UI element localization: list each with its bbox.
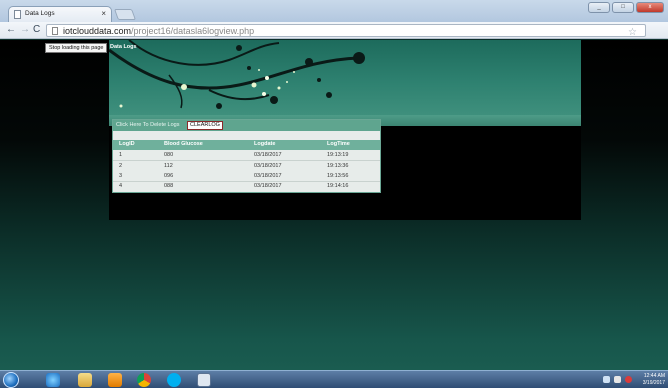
system-clock[interactable]: 12:44 AM 3/19/2017 bbox=[643, 373, 665, 387]
minimize-button[interactable]: _ bbox=[588, 2, 610, 13]
cell-logtime: 19:14:16 bbox=[327, 183, 349, 189]
clock-date: 3/19/2017 bbox=[642, 380, 665, 386]
tray-antivirus-icon[interactable] bbox=[625, 376, 632, 383]
logs-panel: Click Here To Delete Logs CLEARLOG LogID… bbox=[112, 119, 381, 172]
cell-logdate: 03/18/2017 bbox=[254, 163, 282, 169]
start-orb-icon[interactable] bbox=[3, 372, 19, 388]
cell-logid: 4 bbox=[119, 183, 123, 189]
new-tab-button[interactable] bbox=[113, 9, 137, 20]
tab-title: Data Logs bbox=[25, 10, 55, 17]
tab-data-logs[interactable]: Data Logs × bbox=[8, 6, 112, 22]
clock-time: 12:44 AM bbox=[643, 373, 665, 379]
maximize-button[interactable]: □ bbox=[612, 2, 634, 13]
close-window-button[interactable]: x bbox=[636, 2, 664, 13]
page-icon bbox=[14, 10, 21, 19]
column-header-logdate: Logdate bbox=[254, 141, 276, 147]
chrome-icon[interactable] bbox=[137, 373, 151, 387]
skype-icon[interactable] bbox=[167, 373, 181, 387]
cell-blood-glucose: 080 bbox=[164, 152, 174, 158]
delete-logs-label: Click Here To Delete Logs bbox=[116, 122, 180, 128]
column-header-blood-glucose: Blood Glucose bbox=[164, 141, 203, 147]
url-text[interactable]: iotclouddata.com/project16/datasla6logvi… bbox=[63, 25, 254, 37]
browser-toolbar: ← → C iotclouddata.com/project16/datasla… bbox=[0, 22, 668, 39]
page-icon bbox=[52, 27, 58, 35]
tray-volume-icon[interactable] bbox=[614, 376, 621, 383]
reload-icon[interactable]: C bbox=[33, 24, 40, 36]
cell-blood-glucose: 088 bbox=[164, 183, 174, 189]
column-header-logtime: LogTime bbox=[327, 141, 350, 147]
window-icon[interactable] bbox=[197, 373, 211, 387]
page-title: Data Logs bbox=[110, 44, 137, 50]
status-tooltip: Stop loading this page bbox=[45, 43, 108, 53]
cell-logtime: 19:13:56 bbox=[327, 173, 349, 179]
header-banner bbox=[109, 40, 581, 116]
taskbar: 12:44 AM 3/19/2017 bbox=[0, 370, 668, 388]
cell-logtime: 19:13:19 bbox=[327, 152, 349, 158]
tray-network-icon[interactable] bbox=[603, 376, 610, 383]
table-row: 4 088 03/18/2017 19:14:16 bbox=[113, 181, 380, 192]
close-icon[interactable]: × bbox=[101, 9, 106, 18]
url-host: iotclouddata.com bbox=[63, 26, 132, 36]
swirl-decoration bbox=[109, 40, 365, 109]
media-player-icon[interactable] bbox=[108, 373, 122, 387]
cell-logtime: 19:13:36 bbox=[327, 163, 349, 169]
site-container: Click Here To Delete Logs CLEARLOG LogID… bbox=[109, 40, 581, 220]
cell-logid: 2 bbox=[119, 163, 123, 169]
table-header: LogID Blood Glucose Logdate LogTime bbox=[113, 140, 380, 150]
cell-logid: 1 bbox=[119, 152, 123, 158]
page-content: Click Here To Delete Logs CLEARLOG LogID… bbox=[0, 40, 668, 370]
cell-blood-glucose: 096 bbox=[164, 173, 174, 179]
browser-titlebar: Data Logs × _ □ x bbox=[0, 0, 668, 22]
clear-log-button[interactable]: CLEARLOG bbox=[187, 121, 223, 130]
back-arrow-icon[interactable]: ← bbox=[6, 24, 16, 36]
delete-logs-row: Click Here To Delete Logs CLEARLOG bbox=[113, 120, 380, 131]
window-controls: _ □ x bbox=[588, 2, 664, 14]
folder-icon[interactable] bbox=[78, 373, 92, 387]
address-bar[interactable]: iotclouddata.com/project16/datasla6logvi… bbox=[46, 24, 646, 39]
cell-logdate: 03/18/2017 bbox=[254, 173, 282, 179]
column-header-logid: LogID bbox=[119, 141, 135, 147]
cell-logdate: 03/18/2017 bbox=[254, 152, 282, 158]
cell-blood-glucose: 112 bbox=[164, 163, 173, 169]
table-row: 1 080 03/18/2017 19:13:19 bbox=[113, 150, 380, 161]
forward-arrow-icon[interactable]: → bbox=[20, 24, 30, 36]
ie-icon[interactable] bbox=[46, 373, 60, 387]
cell-logid: 3 bbox=[119, 173, 123, 179]
cell-logdate: 03/18/2017 bbox=[254, 183, 282, 189]
logs-panel-continued: 3 096 03/18/2017 19:13:56 4 088 03/18/20… bbox=[112, 171, 381, 193]
url-path: /project16/datasla6logview.php bbox=[131, 26, 255, 36]
bookmark-star-icon[interactable]: ☆ bbox=[628, 27, 637, 39]
